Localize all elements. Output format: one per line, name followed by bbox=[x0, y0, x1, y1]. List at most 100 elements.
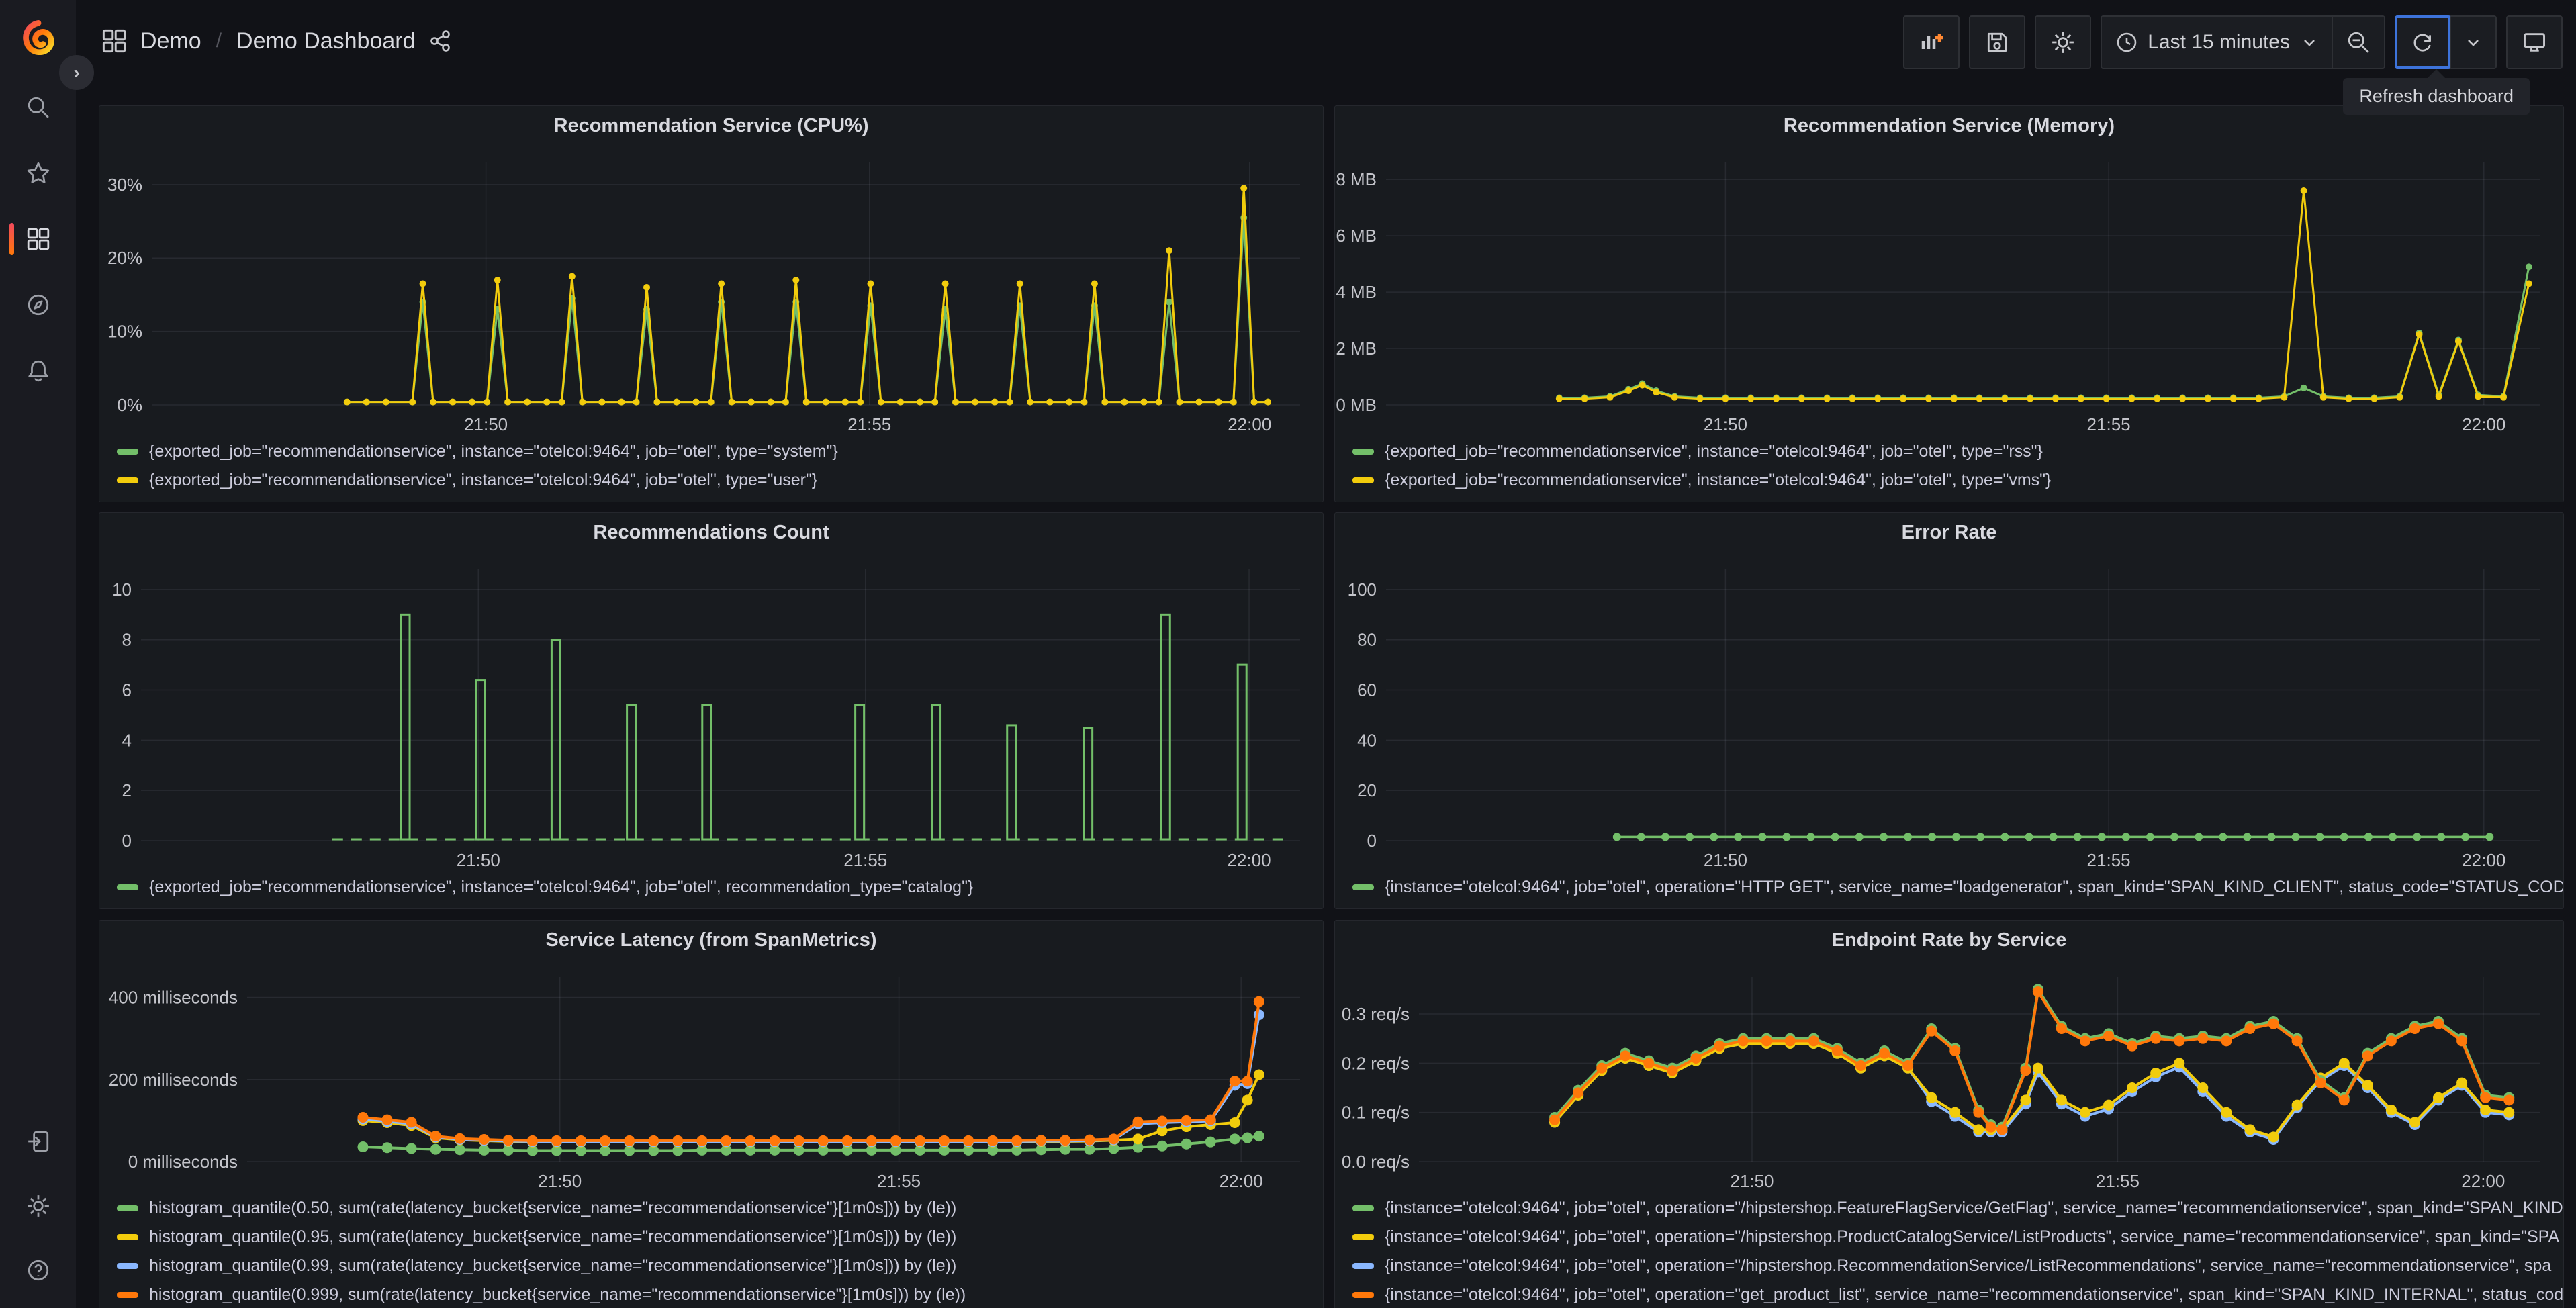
memory-legend: {exported_job="recommendationservice", i… bbox=[1335, 436, 2563, 502]
panel-recommendation-memory: Recommendation Service (Memory) 0 MB 2 MB… bbox=[1334, 105, 2564, 502]
legend-item[interactable]: {exported_job="recommendationservice", i… bbox=[1352, 466, 2563, 495]
legend-item[interactable]: histogram_quantile(0.50, sum(rate(latenc… bbox=[117, 1194, 1323, 1223]
breadcrumb: Demo / Demo Dashboard bbox=[101, 28, 452, 54]
legend-label: {exported_job="recommendationservice", i… bbox=[149, 471, 818, 489]
legend-item[interactable]: {instance="otelcol:9464", job="otel", op… bbox=[1352, 1194, 2563, 1223]
tv-mode-button[interactable] bbox=[2506, 15, 2563, 69]
refresh-controls bbox=[2395, 15, 2497, 69]
error-rate-legend: {instance="otelcol:9464", job="otel", op… bbox=[1335, 872, 2563, 908]
save-dashboard-button[interactable] bbox=[1969, 15, 2026, 69]
svg-text:100: 100 bbox=[1348, 579, 1377, 600]
dashboards-grid-icon[interactable] bbox=[101, 28, 127, 54]
legend-item[interactable]: {exported_job="recommendationservice", i… bbox=[1352, 437, 2563, 466]
panel-title[interactable]: Service Latency (from SpanMetrics) bbox=[99, 921, 1323, 960]
star-icon bbox=[27, 162, 49, 183]
svg-text:21:55: 21:55 bbox=[2087, 850, 2131, 870]
refresh-interval-dropdown[interactable] bbox=[2450, 17, 2495, 68]
legend-swatch bbox=[1352, 1205, 1374, 1211]
breadcrumb-section[interactable]: Demo bbox=[140, 28, 201, 54]
svg-text:21:50: 21:50 bbox=[1704, 850, 1747, 870]
legend-item[interactable]: histogram_quantile(0.95, sum(rate(latenc… bbox=[117, 1223, 1323, 1252]
refresh-dashboard-button[interactable] bbox=[2395, 15, 2451, 69]
legend-label: histogram_quantile(0.50, sum(rate(latenc… bbox=[149, 1199, 957, 1217]
sidebar-item-search[interactable] bbox=[0, 94, 76, 121]
breadcrumb-divider: / bbox=[216, 30, 222, 52]
memory-chart[interactable]: 0 MB 2 MB 4 MB 6 MB 8 MB 21:50 21:55 22:00 bbox=[1335, 145, 2563, 436]
legend-item[interactable]: {instance="otelcol:9464", job="otel", op… bbox=[1352, 1280, 2563, 1308]
sidebar-item-help[interactable] bbox=[0, 1257, 76, 1284]
svg-text:0%: 0% bbox=[117, 395, 142, 415]
chart-svg: 0 MB 2 MB 4 MB 6 MB 8 MB 21:50 21:55 22:00 bbox=[1336, 162, 2540, 434]
legend-label: {exported_job="recommendationservice", i… bbox=[1385, 442, 2043, 461]
legend-label: {exported_job="recommendationservice", i… bbox=[149, 442, 838, 461]
legend-item[interactable]: {exported_job="recommendationservice", i… bbox=[117, 873, 1323, 902]
time-range-label: Last 15 minutes bbox=[2148, 31, 2290, 53]
svg-text:20%: 20% bbox=[107, 248, 142, 268]
panel-title[interactable]: Endpoint Rate by Service bbox=[1335, 921, 2563, 960]
zoom-out-button[interactable] bbox=[2332, 17, 2384, 68]
add-panel-button[interactable] bbox=[1903, 15, 1960, 69]
sidebar: › bbox=[0, 0, 94, 1308]
svg-text:2: 2 bbox=[122, 780, 132, 800]
sidebar-item-dashboards[interactable] bbox=[0, 223, 76, 255]
svg-text:10: 10 bbox=[112, 579, 132, 600]
help-icon bbox=[28, 1260, 48, 1281]
chart-svg: 0% 10% 20% 30% 21:50 21:55 22:00 bbox=[107, 162, 1300, 434]
legend-item[interactable]: {instance="otelcol:9464", job="otel", op… bbox=[1352, 1223, 2563, 1252]
chart-svg: 0 milliseconds 200 milliseconds 400 millis… bbox=[109, 977, 1300, 1191]
panel-title[interactable]: Recommendation Service (CPU%) bbox=[99, 106, 1323, 145]
breadcrumb-page[interactable]: Demo Dashboard bbox=[236, 28, 415, 54]
share-icon[interactable] bbox=[429, 30, 452, 52]
endpoint-rate-legend: {instance="otelcol:9464", job="otel", op… bbox=[1335, 1193, 2563, 1308]
endpoint-rate-chart[interactable]: 0.0 req/s 0.1 req/s 0.2 req/s 0.3 req/s 21:5… bbox=[1335, 960, 2563, 1193]
tooltip-arrow bbox=[2427, 68, 2446, 89]
grafana-logo-icon[interactable] bbox=[21, 20, 56, 55]
legend-item[interactable]: histogram_quantile(0.99, sum(rate(latenc… bbox=[117, 1252, 1323, 1280]
chart-svg: 0.0 req/s 0.1 req/s 0.2 req/s 0.3 req/s 21:5… bbox=[1342, 977, 2540, 1191]
service-latency-chart[interactable]: 0 milliseconds 200 milliseconds 400 millis… bbox=[99, 960, 1323, 1193]
legend-swatch bbox=[117, 1263, 138, 1269]
time-controls: Last 15 minutes bbox=[2101, 15, 2385, 69]
grafana-dashboard: › Demo / Demo Dashboard Last 15 minutes … bbox=[0, 0, 2576, 1308]
svg-text:21:55: 21:55 bbox=[847, 414, 891, 434]
dashboard-settings-button[interactable] bbox=[2035, 15, 2092, 69]
recommendations-count-chart[interactable]: 0 2 4 6 8 10 21:50 21:55 22:00 bbox=[99, 552, 1323, 872]
sidebar-item-explore[interactable] bbox=[0, 291, 76, 318]
panel-title[interactable]: Recommendations Count bbox=[99, 513, 1323, 552]
legend-swatch bbox=[1352, 1292, 1374, 1298]
error-rate-chart[interactable]: 0 20 40 60 80 100 21:50 21:55 22:00 bbox=[1335, 552, 2563, 872]
sidebar-item-starred[interactable] bbox=[0, 160, 76, 187]
refresh-icon bbox=[2413, 34, 2431, 52]
legend-item[interactable]: {exported_job="recommendationservice", i… bbox=[117, 466, 1323, 495]
svg-text:0.3 req/s: 0.3 req/s bbox=[1342, 1004, 1410, 1024]
zoom-out-icon bbox=[2348, 32, 2369, 53]
panel-recommendation-cpu: Recommendation Service (CPU%) 0% 10% 20% 30… bbox=[99, 105, 1324, 502]
sidebar-item-settings[interactable] bbox=[0, 1193, 76, 1219]
legend-item[interactable]: histogram_quantile(0.999, sum(rate(laten… bbox=[117, 1280, 1323, 1308]
legend-label: {instance="otelcol:9464", job="otel", op… bbox=[1385, 878, 2563, 896]
legend-item[interactable]: {instance="otelcol:9464", job="otel", op… bbox=[1352, 1252, 2563, 1280]
active-indicator bbox=[9, 223, 14, 255]
panel-title[interactable]: Error Rate bbox=[1335, 513, 2563, 552]
legend-item[interactable]: {instance="otelcol:9464", job="otel", op… bbox=[1352, 873, 2563, 902]
sidebar-item-sign-in[interactable] bbox=[0, 1128, 76, 1155]
legend-swatch bbox=[1352, 449, 1374, 455]
svg-text:10%: 10% bbox=[107, 322, 142, 342]
svg-text:22:00: 22:00 bbox=[1228, 850, 1271, 870]
chart-svg: 0 20 40 60 80 100 21:50 21:55 22:00 bbox=[1348, 569, 2540, 870]
svg-text:22:00: 22:00 bbox=[2462, 414, 2505, 434]
svg-text:30%: 30% bbox=[107, 175, 142, 195]
header: Demo / Demo Dashboard Last 15 minutes Re… bbox=[76, 0, 2576, 115]
svg-text:20: 20 bbox=[1357, 780, 1377, 800]
svg-text:4 MB: 4 MB bbox=[1336, 282, 1377, 302]
svg-text:400 milliseconds: 400 milliseconds bbox=[109, 988, 238, 1008]
legend-item[interactable]: {exported_job="recommendationservice", i… bbox=[117, 437, 1323, 466]
panel-service-latency: Service Latency (from SpanMetrics) 0 mil… bbox=[99, 920, 1324, 1308]
dashboards-icon bbox=[27, 228, 49, 250]
sidebar-expand-button[interactable]: › bbox=[59, 55, 94, 90]
sidebar-item-alerting[interactable] bbox=[0, 357, 76, 384]
time-range-picker[interactable]: Last 15 minutes bbox=[2102, 17, 2332, 68]
cpu-chart[interactable]: 0% 10% 20% 30% 21:50 21:55 22:00 bbox=[99, 145, 1323, 436]
chevron-down-icon bbox=[2304, 40, 2315, 46]
legend-label: histogram_quantile(0.99, sum(rate(latenc… bbox=[149, 1256, 957, 1275]
